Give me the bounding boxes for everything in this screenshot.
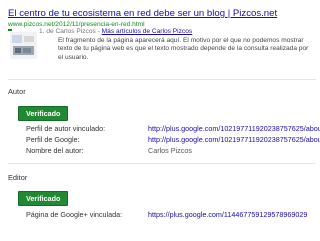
editor-section-heading: Editor [8, 173, 28, 182]
search-result-preview: El centro de tu ecosistema en red debe s… [8, 8, 314, 61]
google-profile-link[interactable]: http://plus.google.com/10219771192023875… [148, 135, 320, 144]
result-title-link[interactable]: El centro de tu ecosistema en red debe s… [8, 8, 314, 19]
author-section-heading: Autor [8, 87, 26, 96]
author-avatar-icon [10, 32, 37, 59]
author-name-value: Carlos Pizcos [148, 146, 192, 155]
author-line: 1. de Carlos Pizcos - Más artículos de C… [39, 28, 192, 36]
author-row-name: Nombre del autor: Carlos Pizcos [26, 146, 192, 156]
google-plus-page-link[interactable]: https://plus.google.com/1144677591295789… [148, 210, 307, 219]
section-divider [8, 79, 316, 80]
editor-verified-badge: Verificado [18, 191, 69, 206]
row-label: Nombre del autor: [26, 146, 84, 155]
author-row-linked-profile: Perfil de autor vinculado: http://plus.go… [26, 124, 320, 134]
result-snippet: El fragmento de la página aparecerá aquí… [58, 37, 309, 61]
author-avatar [10, 32, 37, 59]
linked-author-profile-link[interactable]: http://plus.google.com/10219771192023875… [148, 124, 320, 133]
row-label: Perfil de autor vinculado: [26, 124, 106, 133]
author-line-prefix: 1. de Carlos Pizcos - [39, 28, 102, 35]
author-more-articles-link[interactable]: Más artículos de Carlos Pizcos [102, 28, 193, 35]
author-row-google-profile: Perfil de Google: http://plus.google.com/… [26, 135, 320, 145]
editor-row-google-plus-page: Página de Google+ vinculada: https://plus… [26, 210, 307, 220]
result-url-marker [8, 29, 12, 31]
row-label: Perfil de Google: [26, 135, 80, 144]
section-divider [8, 163, 316, 164]
row-label: Página de Google+ vinculada: [26, 210, 123, 219]
author-verified-badge: Verificado [18, 106, 69, 121]
